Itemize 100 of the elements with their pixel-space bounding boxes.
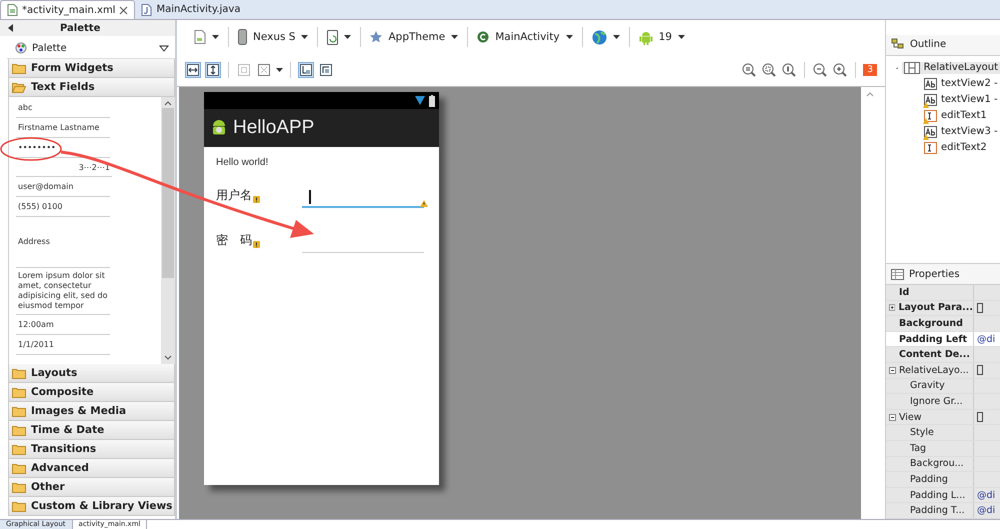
- open-folder-icon: [12, 82, 26, 92]
- toggle-button[interactable]: [256, 62, 272, 78]
- property-row[interactable]: Backgrou...: [886, 456, 1000, 472]
- expand-toggle-icon[interactable]: [889, 414, 896, 421]
- text-field-sample[interactable]: Address: [16, 217, 110, 268]
- palette-title: Palette: [60, 22, 100, 34]
- toggle-button[interactable]: [185, 62, 201, 78]
- property-row[interactable]: Padding: [886, 472, 1000, 488]
- folder-icon: [12, 424, 26, 436]
- scroll-up-icon[interactable]: [866, 91, 874, 97]
- value-box-icon: [977, 365, 983, 376]
- palette-drawer[interactable]: Form Widgets: [8, 59, 175, 78]
- folder-icon: [12, 386, 26, 398]
- property-name: Padding: [910, 474, 948, 486]
- property-row[interactable]: Tag: [886, 441, 1000, 457]
- toolbar-dropdown[interactable]: MainActivity: [474, 29, 576, 45]
- property-name: Padding L...: [910, 490, 966, 501]
- dropdown-arrow-icon: [159, 44, 169, 52]
- property-name: View: [899, 412, 922, 423]
- text-view-icon: [924, 94, 937, 106]
- zoom-in-icon[interactable]: [833, 63, 848, 77]
- toolbar-dropdown[interactable]: Nexus S: [235, 27, 312, 47]
- editor-tab[interactable]: *activity_main.xml: [0, 0, 136, 19]
- caret-icon: [301, 35, 308, 39]
- java-file-icon: [141, 4, 152, 16]
- palette-drawer[interactable]: Transitions: [8, 440, 175, 459]
- property-row[interactable]: Layout Para...: [886, 300, 1000, 316]
- zoom-actual-icon[interactable]: [782, 63, 796, 77]
- zoom-out-icon[interactable]: [813, 63, 828, 77]
- property-row[interactable]: Background: [886, 316, 1000, 332]
- palette-drawer[interactable]: Custom & Library Views: [8, 497, 175, 516]
- globe-icon: [592, 30, 607, 44]
- property-name: Padding T...: [910, 505, 965, 516]
- warning-icon: [253, 196, 260, 202]
- property-row[interactable]: View: [886, 410, 1000, 426]
- property-value: @di: [977, 490, 996, 501]
- palette-drawer[interactable]: Images & Media: [8, 402, 175, 421]
- tree-item[interactable]: textView1 -: [922, 94, 1000, 106]
- text-view-icon: [924, 78, 937, 90]
- expand-toggle-icon[interactable]: [889, 366, 896, 374]
- property-value: @di: [977, 505, 996, 516]
- property-row[interactable]: Style: [886, 425, 1000, 442]
- property-row[interactable]: RelativeLayo...: [886, 363, 1000, 379]
- toggle-button[interactable]: [318, 62, 334, 78]
- toggle-button[interactable]: [298, 62, 314, 78]
- editor-tab[interactable]: MainActivity.java: [135, 0, 246, 19]
- text-field-sample[interactable]: abc: [16, 98, 110, 118]
- toolbar-dropdown[interactable]: AppTheme: [367, 29, 462, 45]
- property-row[interactable]: Padding L... @di: [886, 488, 1000, 504]
- property-row[interactable]: Ignore Gr...: [886, 394, 1000, 410]
- text-field-sample[interactable]: user@domain: [16, 177, 110, 197]
- caret-icon[interactable]: [276, 68, 283, 72]
- phone-icon: [238, 29, 247, 45]
- expand-toggle-icon[interactable]: [889, 304, 896, 312]
- scroll-up-icon[interactable]: [164, 100, 172, 106]
- battery-icon: [429, 94, 435, 106]
- text-field-sample[interactable]: Firstname Lastname: [16, 118, 110, 138]
- caret-icon: [344, 35, 352, 39]
- palette-drawer[interactable]: Time & Date: [8, 421, 175, 440]
- collapse-arrow-icon[interactable]: [8, 24, 14, 32]
- property-row[interactable]: Id: [886, 285, 1000, 301]
- property-row[interactable]: Padding Left @di: [886, 332, 1000, 348]
- android-icon: [638, 30, 653, 44]
- text-field-sample[interactable]: (555) 0100: [16, 197, 110, 217]
- property-name: Id: [899, 286, 910, 298]
- property-row[interactable]: Padding T... @di: [886, 503, 1000, 519]
- palette-drawer[interactable]: Advanced: [8, 459, 175, 478]
- property-name: Gravity: [910, 380, 945, 392]
- tree-item[interactable]: RelativeLayout: [902, 62, 1000, 74]
- value-box-icon: [977, 302, 983, 313]
- tree-item[interactable]: textView3 -: [922, 126, 1000, 138]
- palette-drawer[interactable]: Composite: [8, 383, 175, 402]
- rotate-icon: [327, 30, 338, 44]
- property-name: Content De...: [899, 349, 970, 360]
- property-row[interactable]: Content De...: [886, 347, 1000, 364]
- zoom-real-size-icon[interactable]: [762, 63, 776, 77]
- tree-item[interactable]: editText1: [922, 110, 989, 122]
- xml-file-icon: [7, 4, 18, 16]
- folder-icon: [12, 500, 26, 512]
- property-row[interactable]: Gravity: [886, 378, 1000, 394]
- zoom-fit-icon[interactable]: [742, 63, 756, 77]
- warning-icon: [923, 134, 929, 140]
- toolbar-dropdown[interactable]: 19: [636, 28, 688, 46]
- class-icon: [477, 31, 490, 43]
- caret-icon: [566, 35, 573, 39]
- toggle-button[interactable]: [205, 62, 221, 78]
- value-box-icon: [977, 412, 983, 422]
- palette-drawer[interactable]: Layouts: [8, 364, 175, 383]
- close-icon[interactable]: [119, 6, 128, 14]
- palette-drawer[interactable]: Other: [8, 478, 175, 497]
- tree-item[interactable]: textView2 -: [922, 78, 1000, 90]
- text-field-sample[interactable]: 12:00am: [16, 315, 110, 335]
- scroll-down-icon[interactable]: [164, 355, 172, 361]
- properties-icon: [891, 268, 904, 280]
- scrollbar[interactable]: [161, 97, 175, 364]
- warning-icon: [253, 241, 260, 248]
- palette-drawer[interactable]: Text Fields: [8, 78, 175, 97]
- text-field-sample[interactable]: Lorem ipsum dolor sit amet, consectetur adipisicing elit, sed do eiusmod tempor: [16, 268, 110, 315]
- tree-item[interactable]: editText2: [922, 142, 989, 154]
- text-field-sample[interactable]: 1/1/2011: [16, 335, 110, 355]
